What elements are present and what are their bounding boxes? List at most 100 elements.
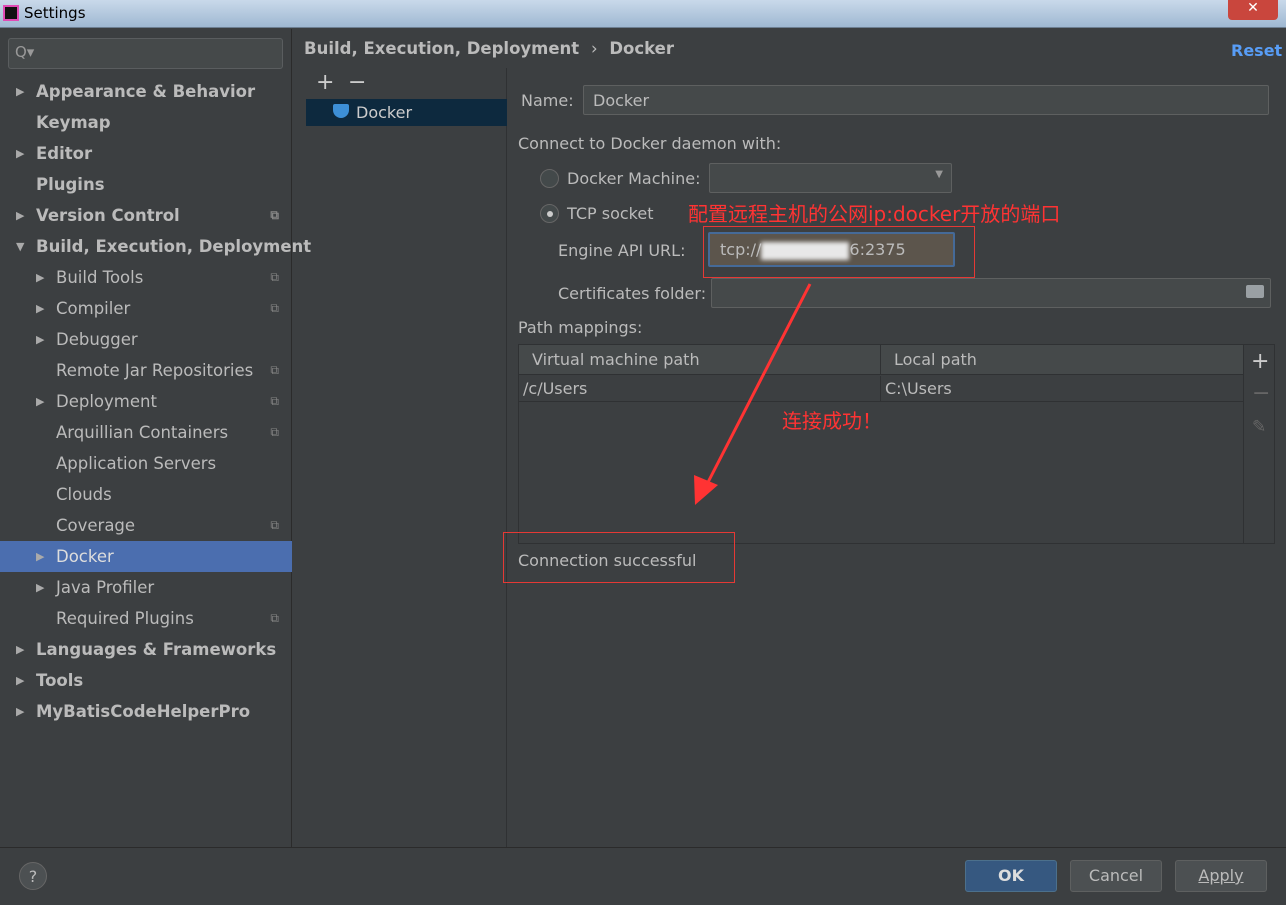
settings-sidebar: Q▾ ▶ Appearance & Behavior Keymap ▶ Editor Pl…	[0, 29, 311, 847]
chevron-down-icon[interactable]: ▼	[16, 231, 24, 262]
sidebar-item-label: Tools	[36, 671, 84, 690]
annotation-box-status	[503, 532, 735, 583]
annotation-arrow	[694, 283, 812, 505]
sidebar-item[interactable]: Coverage ⧉	[0, 510, 292, 541]
chevron-right-icon[interactable]: ▶	[16, 665, 24, 696]
column-vm-path[interactable]: Virtual machine path	[532, 350, 700, 369]
column-local-path[interactable]: Local path	[894, 350, 977, 369]
sidebar-item[interactable]: Plugins	[0, 169, 292, 200]
project-scope-icon: ⧉	[270, 518, 279, 532]
project-scope-icon: ⧉	[270, 208, 279, 222]
sidebar-item[interactable]: Required Plugins ⧉	[0, 603, 292, 634]
docker-machine-select[interactable]: ▼	[709, 163, 952, 193]
help-button[interactable]: ?	[19, 862, 47, 890]
add-mapping-button[interactable]: +	[1251, 349, 1269, 374]
sidebar-item-label: Remote Jar Repositories	[56, 361, 254, 380]
chevron-right-icon[interactable]: ▶	[36, 324, 44, 355]
sidebar-item-label: Build, Execution, Deployment	[36, 237, 312, 256]
add-config-button[interactable]: +	[316, 70, 334, 95]
chevron-right-icon[interactable]: ▶	[16, 76, 24, 107]
sidebar-item-label: Build Tools	[56, 268, 144, 287]
remove-mapping-button[interactable]: −	[1252, 381, 1270, 406]
breadcrumb-parent: Build, Execution, Deployment	[304, 39, 580, 58]
window-close-button[interactable]: ✕	[1228, 0, 1278, 20]
docker-config-list	[306, 68, 507, 847]
sidebar-item[interactable]: ▶ Appearance & Behavior	[0, 76, 292, 107]
sidebar-item[interactable]: ▼ Build, Execution, Deployment	[0, 231, 311, 262]
sidebar-item-label: Keymap	[36, 113, 111, 132]
sidebar-item-label: Clouds	[56, 485, 112, 504]
intellij-app-icon	[3, 5, 19, 21]
chevron-right-icon[interactable]: ▶	[36, 293, 44, 324]
sidebar-item[interactable]: Clouds	[0, 479, 292, 510]
sidebar-item[interactable]: ▶ Build Tools ⧉	[0, 262, 292, 293]
tcp-socket-radio[interactable]	[540, 204, 559, 223]
sidebar-item[interactable]: Remote Jar Repositories ⧉	[0, 355, 292, 386]
title-bar: Settings ✕	[0, 0, 1286, 28]
chevron-right-icon[interactable]: ▶	[16, 696, 24, 727]
sidebar-item[interactable]: ▶ Java Profiler	[0, 572, 292, 603]
apply-button[interactable]: Apply	[1175, 860, 1267, 892]
vm-path-cell: /c/Users	[523, 379, 588, 398]
sidebar-item[interactable]: ▶ MyBatisCodeHelperPro	[0, 696, 292, 727]
chevron-right-icon[interactable]: ▶	[16, 138, 24, 169]
sidebar-item-label: Editor	[36, 144, 93, 163]
sidebar-item-label: MyBatisCodeHelperPro	[36, 702, 251, 721]
sidebar-item-label: Appearance & Behavior	[36, 82, 256, 101]
sidebar-item-label: Docker	[56, 547, 114, 566]
sidebar-item[interactable]: Keymap	[0, 107, 292, 138]
search-icon: Q▾	[15, 43, 35, 61]
chevron-down-icon: ▼	[935, 169, 943, 180]
tcp-socket-label: TCP socket	[567, 204, 654, 223]
annotation-box-url	[703, 226, 975, 278]
sidebar-item[interactable]: ▶ Languages & Frameworks	[0, 634, 292, 665]
cancel-button[interactable]: Cancel	[1070, 860, 1162, 892]
sidebar-item[interactable]: ▶ Debugger	[0, 324, 292, 355]
sidebar-item-label: Arquillian Containers	[56, 423, 229, 442]
breadcrumb: Build, Execution, Deployment › Docker	[304, 39, 674, 58]
sidebar-item[interactable]: ▶ Docker	[0, 541, 292, 572]
sidebar-item-label: Version Control	[36, 206, 180, 225]
sidebar-item-label: Required Plugins	[56, 609, 194, 628]
project-scope-icon: ⧉	[270, 394, 279, 408]
local-path-cell: C:\Users	[885, 379, 952, 398]
sidebar-item[interactable]: ▶ Deployment ⧉	[0, 386, 292, 417]
sidebar-item[interactable]: ▶ Tools	[0, 665, 292, 696]
docker-machine-radio[interactable]	[540, 169, 559, 188]
edit-pencil-icon[interactable]: ✎	[1252, 417, 1266, 437]
docker-machine-label: Docker Machine:	[567, 169, 701, 188]
breadcrumb-current: Docker	[609, 39, 674, 58]
chevron-right-icon[interactable]: ▶	[36, 262, 44, 293]
chevron-right-icon[interactable]: ▶	[16, 200, 24, 231]
sidebar-item[interactable]: ▶ Editor	[0, 138, 292, 169]
sidebar-item[interactable]: Arquillian Containers ⧉	[0, 417, 292, 448]
folder-icon[interactable]	[1246, 285, 1264, 298]
engine-url-label: Engine API URL:	[558, 241, 686, 260]
table-row[interactable]: /c/Users C:\Users	[519, 376, 1243, 402]
breadcrumb-separator: ›	[590, 39, 598, 58]
table-toolbar: + − ✎	[1243, 345, 1275, 543]
ok-button[interactable]: OK	[965, 860, 1057, 892]
reset-link[interactable]: Reset	[1231, 41, 1282, 60]
project-scope-icon: ⧉	[270, 301, 279, 315]
chevron-right-icon[interactable]: ▶	[36, 541, 44, 572]
window-title: Settings	[24, 4, 86, 22]
sidebar-item[interactable]: ▶ Version Control ⧉	[0, 200, 292, 231]
remove-config-button[interactable]: −	[348, 70, 366, 95]
name-input[interactable]: Docker	[583, 85, 1269, 115]
settings-search-input[interactable]: Q▾	[8, 38, 283, 69]
project-scope-icon: ⧉	[270, 363, 279, 377]
table-header: Virtual machine path Local path	[519, 345, 1243, 375]
sidebar-item[interactable]: Application Servers	[0, 448, 292, 479]
sidebar-item[interactable]: ▶ Compiler ⧉	[0, 293, 292, 324]
chevron-right-icon[interactable]: ▶	[36, 572, 44, 603]
chevron-right-icon[interactable]: ▶	[36, 386, 44, 417]
sidebar-item-label: Plugins	[36, 175, 105, 194]
sidebar-item-label: Compiler	[56, 299, 131, 318]
name-label: Name:	[521, 91, 574, 110]
annotation-top: 配置远程主机的公网ip:docker开放的端口	[688, 202, 1061, 226]
path-mappings-label: Path mappings:	[518, 318, 643, 337]
project-scope-icon: ⧉	[270, 611, 279, 625]
certificates-label: Certificates folder:	[558, 284, 707, 303]
chevron-right-icon[interactable]: ▶	[16, 634, 24, 665]
